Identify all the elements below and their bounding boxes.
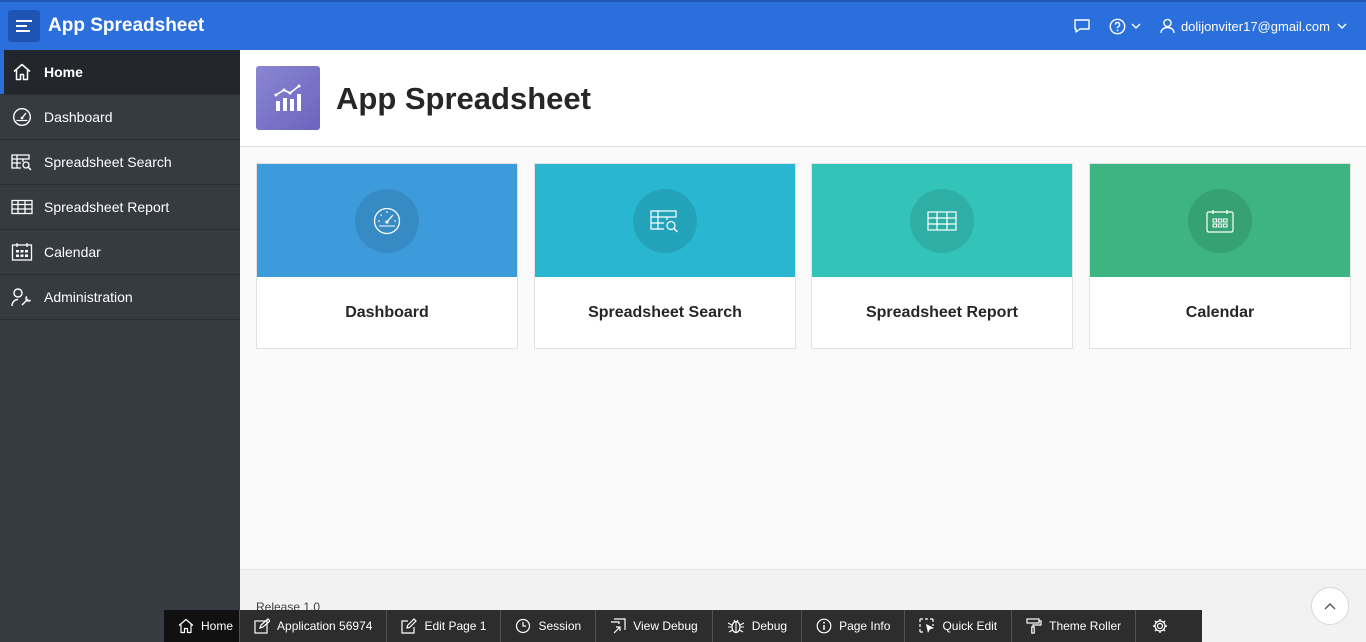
user-wrench-icon: [11, 286, 33, 308]
calendar-icon: [11, 241, 33, 263]
feedback-icon: [1074, 19, 1090, 33]
calendar-icon: [1188, 188, 1252, 253]
help-menu-button[interactable]: [1109, 18, 1142, 35]
card-calendar[interactable]: Calendar: [1089, 163, 1351, 349]
paint-roller-icon: [1026, 618, 1042, 634]
chevron-down-icon: [1337, 23, 1347, 29]
view-debug-icon: [611, 618, 626, 634]
edit-app-icon: [254, 618, 271, 634]
devbar-home-button[interactable]: Home: [164, 610, 241, 642]
card-label: Spreadsheet Search: [588, 304, 742, 321]
sidebar-item-calendar[interactable]: Calendar: [0, 230, 240, 275]
bug-icon: [727, 619, 744, 634]
devbar-session-button[interactable]: Session: [501, 610, 597, 642]
gauge-icon: [11, 106, 33, 128]
devbar-item-label: Quick Edit: [942, 619, 998, 633]
devbar-item-label: View Debug: [633, 619, 698, 633]
sidebar-item-label: Spreadsheet Report: [44, 199, 170, 215]
menu-toggle-button[interactable]: [8, 10, 40, 42]
back-to-top-button[interactable]: [1311, 587, 1349, 625]
page-title: App Spreadsheet: [336, 81, 591, 116]
devbar-quick-edit-button[interactable]: Quick Edit: [905, 610, 1013, 642]
help-icon: [1109, 18, 1126, 34]
gauge-icon: [355, 188, 419, 253]
sidebar-nav: Home Dashboard Spreadsheet Search Spread…: [0, 50, 240, 642]
devbar-item-label: Debug: [751, 619, 788, 633]
devbar-page-info-button[interactable]: Page Info: [802, 610, 906, 642]
devbar-item-label: Theme Roller: [1049, 619, 1122, 633]
pencil-square-icon: [401, 618, 418, 634]
user-menu-button[interactable]: dolijonviter17@gmail.com: [1160, 18, 1348, 34]
gear-icon: [1153, 619, 1168, 633]
home-icon: [178, 618, 194, 634]
clock-icon: [516, 618, 531, 634]
card-spreadsheet-report[interactable]: Spreadsheet Report: [811, 163, 1073, 349]
table-icon: [910, 188, 974, 253]
developer-toolbar: Home Application 56974 Edit Page 1 Sessi…: [164, 610, 1202, 642]
user-email: dolijonviter17@gmail.com: [1180, 18, 1330, 34]
sidebar-item-label: Spreadsheet Search: [44, 154, 172, 170]
sidebar-item-spreadsheet-report[interactable]: Spreadsheet Report: [0, 185, 240, 230]
card-band: [257, 164, 517, 277]
devbar-item-label: Edit Page 1: [424, 619, 487, 633]
home-icon: [11, 61, 33, 83]
sidebar-item-label: Home: [44, 64, 83, 80]
sidebar-item-label: Calendar: [44, 244, 101, 260]
devbar-theme-roller-button[interactable]: Theme Roller: [1012, 610, 1137, 642]
hero-region: App Spreadsheet: [240, 50, 1366, 147]
devbar-settings-button[interactable]: [1136, 610, 1184, 642]
table-search-icon: [11, 151, 33, 173]
card-band: [535, 164, 795, 277]
card-label: Dashboard: [345, 304, 429, 321]
sidebar-item-home[interactable]: Home: [0, 50, 240, 95]
sidebar-item-administration[interactable]: Administration: [0, 275, 240, 320]
info-icon: [816, 618, 832, 634]
card-band: [1090, 164, 1350, 277]
table-search-icon: [633, 188, 697, 253]
sidebar-item-label: Dashboard: [44, 109, 113, 125]
quick-edit-icon: [919, 618, 935, 633]
sidebar-item-label: Administration: [44, 289, 133, 305]
devbar-edit-page-button[interactable]: Edit Page 1: [387, 610, 502, 642]
devbar-item-label: Application 56974: [277, 619, 373, 633]
devbar-debug-button[interactable]: Debug: [713, 610, 803, 642]
devbar-application-button[interactable]: Application 56974: [240, 610, 388, 642]
feedback-button[interactable]: [1073, 18, 1091, 34]
card-label: Spreadsheet Report: [865, 304, 1019, 321]
chevron-up-icon: [1324, 602, 1336, 609]
card-band: [812, 164, 1072, 277]
devbar-view-debug-button[interactable]: View Debug: [596, 610, 713, 642]
card-dashboard[interactable]: Dashboard: [256, 163, 518, 349]
chart-icon: [256, 66, 320, 130]
menu-icon: [16, 20, 32, 32]
card-label: Calendar: [1185, 304, 1255, 321]
header: App Spreadsheet dolijonviter17@gmail.com: [0, 2, 1366, 50]
table-icon: [11, 196, 33, 218]
sidebar-item-dashboard[interactable]: Dashboard: [0, 95, 240, 140]
app-title[interactable]: App Spreadsheet: [48, 15, 204, 37]
devbar-item-label: Session: [538, 619, 582, 633]
user-icon: [1160, 18, 1175, 34]
devbar-item-label: Page Info: [839, 619, 891, 633]
sidebar-item-spreadsheet-search[interactable]: Spreadsheet Search: [0, 140, 240, 185]
card-spreadsheet-search[interactable]: Spreadsheet Search: [534, 163, 796, 349]
devbar-item-label: Home: [201, 619, 234, 633]
chevron-down-icon: [1131, 23, 1141, 29]
